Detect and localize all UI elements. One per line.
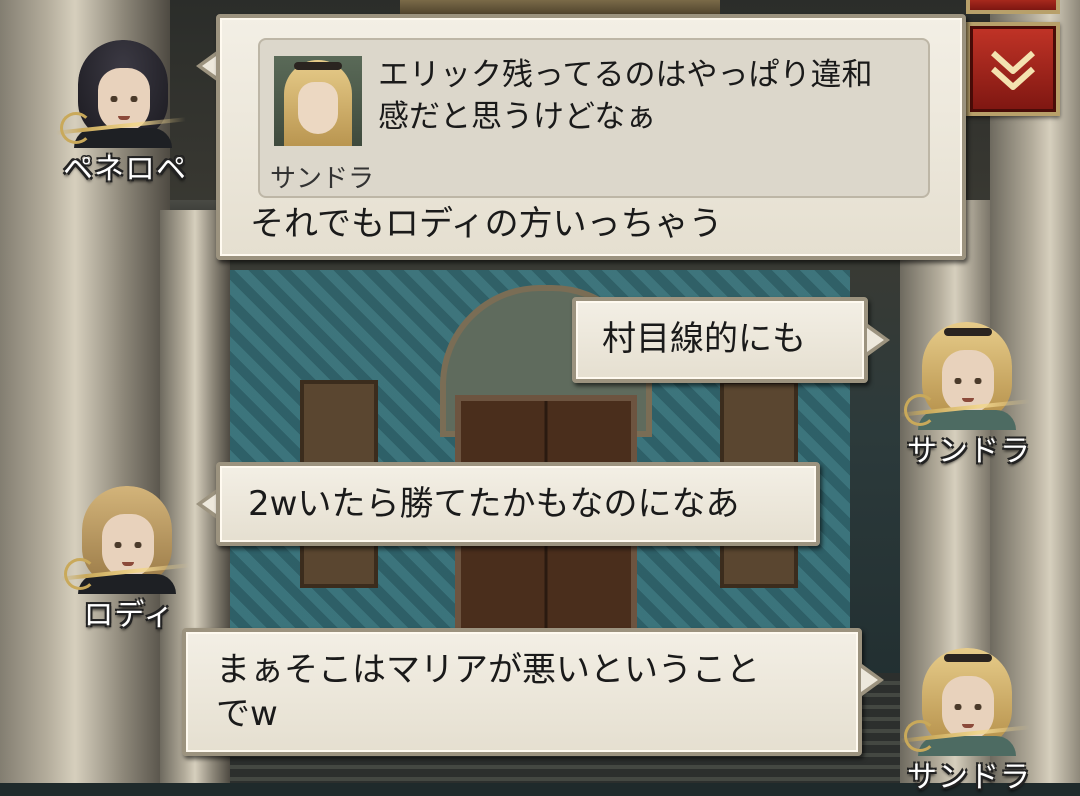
bubble-tail xyxy=(196,50,219,82)
top-menu-button[interactable] xyxy=(966,0,1060,14)
message-bubble[interactable]: まぁそこはマリアが悪いということ でw xyxy=(182,628,862,756)
avatar-rody[interactable]: ロディ xyxy=(60,478,190,633)
speaker-name: ペネロペ xyxy=(63,152,187,187)
avatar-sandra[interactable]: サンドラ xyxy=(900,640,1030,795)
scroll-down-button[interactable] xyxy=(966,22,1060,116)
speaker-name: サンドラ xyxy=(907,760,1031,795)
message-bubble[interactable]: 村目線的にも xyxy=(572,297,868,383)
chevron-down-double-icon xyxy=(990,50,1036,90)
bubble-tail xyxy=(867,324,890,356)
speaker-name: サンドラ xyxy=(907,434,1031,469)
avatar-penelope[interactable]: ペネロペ xyxy=(56,32,186,187)
quoted-message[interactable]: エリック残ってるのはやっぱり違和 感だと思うけどなぁ サンドラ xyxy=(258,38,930,198)
bubble-tail xyxy=(196,488,219,520)
speaker-name: ロディ xyxy=(83,598,175,633)
message-text: まぁそこはマリアが悪いということ でw xyxy=(216,650,760,734)
message-text: それでもロディの方いっちゃう xyxy=(250,204,723,244)
quote-avatar-sandra xyxy=(274,56,362,146)
message-bubble[interactable]: エリック残ってるのはやっぱり違和 感だと思うけどなぁ サンドラ それでもロディの… xyxy=(216,14,966,260)
message-text: 2wいたら勝てたかもなのになあ xyxy=(248,484,740,524)
message-text: 村目線的にも xyxy=(602,319,806,359)
avatar-sandra[interactable]: サンドラ xyxy=(900,314,1030,469)
quote-text: エリック残ってるのはやっぱり違和 感だと思うけどなぁ xyxy=(378,57,873,135)
quote-speaker: サンドラ xyxy=(270,164,375,194)
bubble-tail xyxy=(861,664,884,696)
message-bubble[interactable]: 2wいたら勝てたかもなのになあ xyxy=(216,462,820,546)
